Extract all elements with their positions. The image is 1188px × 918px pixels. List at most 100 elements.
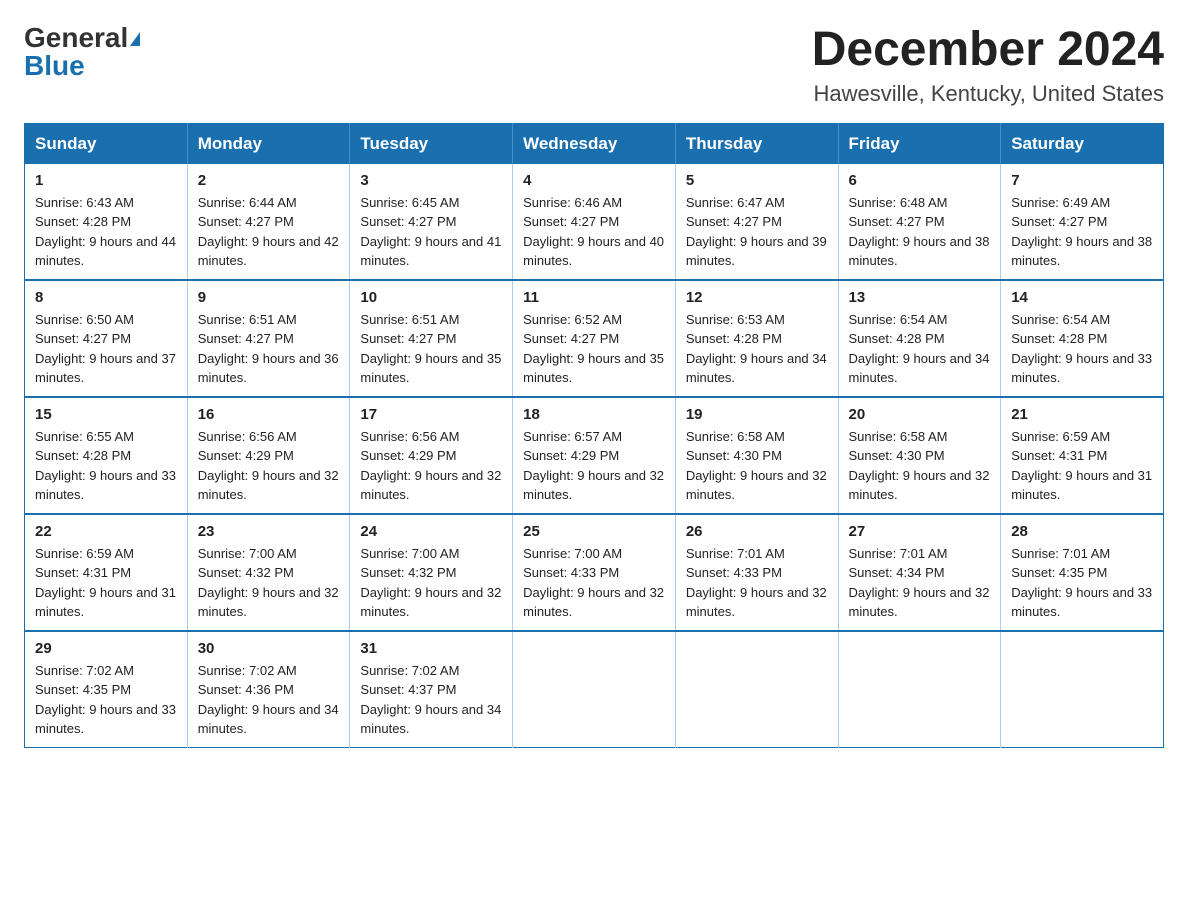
day-info: Sunrise: 6:56 AMSunset: 4:29 PMDaylight:… (198, 427, 340, 505)
day-number: 11 (523, 289, 665, 306)
day-info: Sunrise: 6:57 AMSunset: 4:29 PMDaylight:… (523, 427, 665, 505)
day-number: 23 (198, 523, 340, 540)
day-info: Sunrise: 7:01 AMSunset: 4:33 PMDaylight:… (686, 544, 828, 622)
day-number: 14 (1011, 289, 1153, 306)
subtitle: Hawesville, Kentucky, United States (812, 81, 1164, 107)
calendar-day-cell: 29Sunrise: 7:02 AMSunset: 4:35 PMDayligh… (25, 631, 188, 748)
day-number: 30 (198, 640, 340, 657)
title-section: December 2024 Hawesville, Kentucky, Unit… (812, 24, 1164, 107)
day-number: 19 (686, 406, 828, 423)
day-info: Sunrise: 6:48 AMSunset: 4:27 PMDaylight:… (849, 193, 991, 271)
day-number: 24 (360, 523, 502, 540)
day-info: Sunrise: 6:58 AMSunset: 4:30 PMDaylight:… (686, 427, 828, 505)
calendar-week-row: 29Sunrise: 7:02 AMSunset: 4:35 PMDayligh… (25, 631, 1164, 748)
day-number: 25 (523, 523, 665, 540)
day-info: Sunrise: 6:58 AMSunset: 4:30 PMDaylight:… (849, 427, 991, 505)
day-info: Sunrise: 6:46 AMSunset: 4:27 PMDaylight:… (523, 193, 665, 271)
calendar-day-cell: 7Sunrise: 6:49 AMSunset: 4:27 PMDaylight… (1001, 164, 1164, 280)
calendar-week-row: 1 Sunrise: 6:43 AMSunset: 4:28 PMDaylight… (25, 164, 1164, 280)
calendar-header-saturday: Saturday (1001, 123, 1164, 164)
calendar-day-cell (675, 631, 838, 748)
calendar-header-row: SundayMondayTuesdayWednesdayThursdayFrid… (25, 123, 1164, 164)
day-number: 2 (198, 172, 340, 189)
day-number: 31 (360, 640, 502, 657)
calendar-day-cell: 10Sunrise: 6:51 AMSunset: 4:27 PMDayligh… (350, 280, 513, 397)
calendar-day-cell: 24 Sunrise: 7:00 AMSunset: 4:32 PMDayligh… (350, 514, 513, 631)
day-info: Sunrise: 6:45 AMSunset: 4:27 PMDaylight:… (360, 193, 502, 271)
calendar-day-cell: 23 Sunrise: 7:00 AMSunset: 4:32 PMDayligh… (187, 514, 350, 631)
day-info: Sunrise: 6:59 AMSunset: 4:31 PMDaylight:… (1011, 427, 1153, 505)
calendar-day-cell: 31Sunrise: 7:02 AMSunset: 4:37 PMDayligh… (350, 631, 513, 748)
calendar-day-cell: 16 Sunrise: 6:56 AMSunset: 4:29 PMDayligh… (187, 397, 350, 514)
calendar-header-sunday: Sunday (25, 123, 188, 164)
day-number: 12 (686, 289, 828, 306)
day-info: Sunrise: 6:47 AMSunset: 4:27 PMDaylight:… (686, 193, 828, 271)
calendar-day-cell: 30 Sunrise: 7:02 AMSunset: 4:36 PMDayligh… (187, 631, 350, 748)
day-info: Sunrise: 6:54 AMSunset: 4:28 PMDaylight:… (1011, 310, 1153, 388)
day-info: Sunrise: 6:56 AMSunset: 4:29 PMDaylight:… (360, 427, 502, 505)
calendar-day-cell: 1 Sunrise: 6:43 AMSunset: 4:28 PMDaylight… (25, 164, 188, 280)
calendar-day-cell: 18 Sunrise: 6:57 AMSunset: 4:29 PMDayligh… (513, 397, 676, 514)
calendar-day-cell: 20 Sunrise: 6:58 AMSunset: 4:30 PMDayligh… (838, 397, 1001, 514)
day-number: 5 (686, 172, 828, 189)
day-info: Sunrise: 6:54 AMSunset: 4:28 PMDaylight:… (849, 310, 991, 388)
calendar-header-tuesday: Tuesday (350, 123, 513, 164)
logo-triangle-icon (130, 32, 140, 46)
calendar-day-cell: 15 Sunrise: 6:55 AMSunset: 4:28 PMDayligh… (25, 397, 188, 514)
calendar-header-thursday: Thursday (675, 123, 838, 164)
calendar-day-cell: 27Sunrise: 7:01 AMSunset: 4:34 PMDayligh… (838, 514, 1001, 631)
calendar-day-cell: 22 Sunrise: 6:59 AMSunset: 4:31 PMDayligh… (25, 514, 188, 631)
day-info: Sunrise: 7:01 AMSunset: 4:35 PMDaylight:… (1011, 544, 1153, 622)
day-number: 15 (35, 406, 177, 423)
day-info: Sunrise: 7:00 AMSunset: 4:32 PMDaylight:… (360, 544, 502, 622)
day-info: Sunrise: 6:53 AMSunset: 4:28 PMDaylight:… (686, 310, 828, 388)
logo: General Blue (24, 24, 140, 80)
calendar-day-cell: 8 Sunrise: 6:50 AMSunset: 4:27 PMDaylight… (25, 280, 188, 397)
day-number: 16 (198, 406, 340, 423)
day-number: 22 (35, 523, 177, 540)
day-number: 13 (849, 289, 991, 306)
day-number: 3 (360, 172, 502, 189)
day-info: Sunrise: 6:49 AMSunset: 4:27 PMDaylight:… (1011, 193, 1153, 271)
calendar-week-row: 8 Sunrise: 6:50 AMSunset: 4:27 PMDaylight… (25, 280, 1164, 397)
main-title: December 2024 (812, 24, 1164, 77)
calendar-header-monday: Monday (187, 123, 350, 164)
day-info: Sunrise: 7:02 AMSunset: 4:35 PMDaylight:… (35, 661, 177, 739)
calendar-day-cell: 17 Sunrise: 6:56 AMSunset: 4:29 PMDayligh… (350, 397, 513, 514)
day-info: Sunrise: 6:51 AMSunset: 4:27 PMDaylight:… (198, 310, 340, 388)
day-info: Sunrise: 6:50 AMSunset: 4:27 PMDaylight:… (35, 310, 177, 388)
calendar-day-cell: 25 Sunrise: 7:00 AMSunset: 4:33 PMDayligh… (513, 514, 676, 631)
day-number: 1 (35, 172, 177, 189)
day-number: 27 (849, 523, 991, 540)
calendar-day-cell: 28Sunrise: 7:01 AMSunset: 4:35 PMDayligh… (1001, 514, 1164, 631)
day-info: Sunrise: 6:59 AMSunset: 4:31 PMDaylight:… (35, 544, 177, 622)
day-number: 17 (360, 406, 502, 423)
calendar-week-row: 22 Sunrise: 6:59 AMSunset: 4:31 PMDayligh… (25, 514, 1164, 631)
calendar-day-cell: 2 Sunrise: 6:44 AMSunset: 4:27 PMDaylight… (187, 164, 350, 280)
day-info: Sunrise: 6:44 AMSunset: 4:27 PMDaylight:… (198, 193, 340, 271)
calendar-day-cell: 5 Sunrise: 6:47 AMSunset: 4:27 PMDaylight… (675, 164, 838, 280)
day-info: Sunrise: 7:00 AMSunset: 4:33 PMDaylight:… (523, 544, 665, 622)
day-info: Sunrise: 6:51 AMSunset: 4:27 PMDaylight:… (360, 310, 502, 388)
day-number: 18 (523, 406, 665, 423)
day-info: Sunrise: 6:55 AMSunset: 4:28 PMDaylight:… (35, 427, 177, 505)
day-number: 20 (849, 406, 991, 423)
logo-general-text: General (24, 22, 128, 53)
calendar-day-cell: 9 Sunrise: 6:51 AMSunset: 4:27 PMDaylight… (187, 280, 350, 397)
day-number: 8 (35, 289, 177, 306)
calendar-week-row: 15 Sunrise: 6:55 AMSunset: 4:28 PMDayligh… (25, 397, 1164, 514)
calendar-day-cell: 3 Sunrise: 6:45 AMSunset: 4:27 PMDaylight… (350, 164, 513, 280)
day-info: Sunrise: 7:00 AMSunset: 4:32 PMDaylight:… (198, 544, 340, 622)
day-info: Sunrise: 7:02 AMSunset: 4:36 PMDaylight:… (198, 661, 340, 739)
day-number: 21 (1011, 406, 1153, 423)
calendar-day-cell: 13 Sunrise: 6:54 AMSunset: 4:28 PMDayligh… (838, 280, 1001, 397)
calendar-day-cell (838, 631, 1001, 748)
day-info: Sunrise: 6:52 AMSunset: 4:27 PMDaylight:… (523, 310, 665, 388)
day-number: 9 (198, 289, 340, 306)
calendar-day-cell: 14 Sunrise: 6:54 AMSunset: 4:28 PMDayligh… (1001, 280, 1164, 397)
day-info: Sunrise: 6:43 AMSunset: 4:28 PMDaylight:… (35, 193, 177, 271)
page-header: General Blue December 2024 Hawesville, K… (24, 24, 1164, 107)
calendar-header-wednesday: Wednesday (513, 123, 676, 164)
calendar-day-cell: 6Sunrise: 6:48 AMSunset: 4:27 PMDaylight… (838, 164, 1001, 280)
calendar-day-cell (513, 631, 676, 748)
